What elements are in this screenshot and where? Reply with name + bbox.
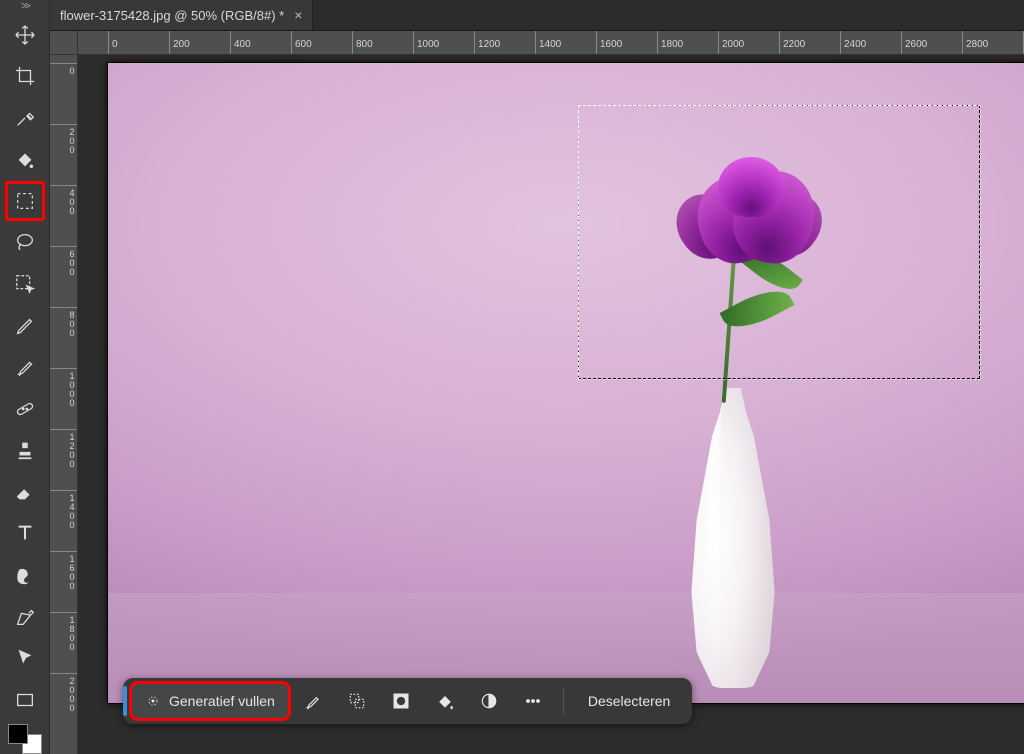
rectangle-shape-tool[interactable] — [6, 681, 44, 719]
eyedropper-tool[interactable] — [6, 99, 44, 137]
document-tab[interactable]: flower-3175428.jpg @ 50% (RGB/8#) * × — [50, 0, 313, 30]
eraser-icon — [14, 481, 36, 503]
close-icon[interactable]: × — [294, 7, 302, 23]
heal-tool[interactable] — [6, 390, 44, 428]
ruler-tick: 200 — [50, 124, 77, 154]
ruler-tick: 2400 — [840, 31, 866, 54]
ruler-tick: 1000 — [413, 31, 439, 54]
generative-fill-label: Generatief vullen — [169, 693, 275, 709]
mask-icon — [391, 691, 411, 711]
workspace: 0200400600800100012001400160018002000220… — [50, 31, 1024, 754]
ruler-tick: 200 — [169, 31, 190, 54]
ruler-tick: 800 — [50, 307, 77, 337]
mask-button[interactable] — [381, 683, 421, 719]
ruler-tick: 2800 — [962, 31, 988, 54]
canvas[interactable] — [108, 63, 1024, 703]
type-icon — [14, 522, 36, 544]
tools-panel: >> — [0, 0, 50, 754]
ruler-tick: 1400 — [535, 31, 561, 54]
selection-marquee[interactable] — [578, 105, 980, 379]
brush-small-tool[interactable] — [6, 307, 44, 345]
crop-tool[interactable] — [6, 57, 44, 95]
smudge-icon — [14, 564, 36, 586]
stamp-tool[interactable] — [6, 431, 44, 469]
taskbar-separator — [563, 688, 564, 714]
ruler-tick: 2600 — [901, 31, 927, 54]
adjust-icon — [479, 691, 499, 711]
ruler-tick: 400 — [50, 185, 77, 215]
color-swatches[interactable] — [8, 724, 42, 754]
object-select-icon — [14, 273, 36, 295]
horizontal-ruler: 0 200 400 600 800 1000 1200 1400 1600 1800 2000 220… — [78, 31, 1024, 55]
object-select-tool[interactable] — [6, 265, 44, 303]
crop-icon — [14, 65, 36, 87]
rectangle-icon — [14, 689, 36, 711]
more-button[interactable] — [513, 683, 553, 719]
brush-tool[interactable] — [6, 348, 44, 386]
ruler-tick: 1800 — [50, 612, 77, 651]
main-area: flower-3175428.jpg @ 50% (RGB/8#) * × 0 2… — [50, 0, 1024, 754]
eraser-tool[interactable] — [6, 473, 44, 511]
ruler-tick: 1600 — [50, 551, 77, 590]
move-tool[interactable] — [6, 16, 44, 54]
canvas-viewport[interactable]: Generatief vullen — [78, 55, 1024, 754]
paint-bucket-icon — [14, 148, 36, 170]
ruler-tick: 1400 — [50, 490, 77, 529]
adjust-button[interactable] — [469, 683, 509, 719]
ellipsis-icon — [523, 691, 543, 711]
stamp-icon — [14, 439, 36, 461]
fill-tool[interactable] — [6, 141, 44, 179]
brush-select-icon — [303, 691, 323, 711]
move-icon — [14, 24, 36, 46]
lasso-tool[interactable] — [6, 224, 44, 262]
document-tab-title: flower-3175428.jpg @ 50% (RGB/8#) * — [60, 8, 284, 23]
pencil-brush-icon — [14, 315, 36, 337]
ruler-tick: 2000 — [50, 673, 77, 712]
collapse-toolbar-icon[interactable]: >> — [0, 0, 50, 14]
bucket-icon — [435, 691, 455, 711]
marquee-icon — [14, 190, 36, 212]
vertical-ruler: 0 200 400 600 800 1000 1200 1400 1600 1800 2000 — [50, 55, 78, 754]
app-root: >> — [0, 0, 1024, 754]
type-tool[interactable] — [6, 515, 44, 553]
eyedropper-icon — [14, 107, 36, 129]
generative-fill-button[interactable]: Generatief vullen — [131, 683, 289, 719]
ruler-tick: 1600 — [596, 31, 622, 54]
ruler-tick: 1000 — [50, 368, 77, 407]
ruler-tick: 800 — [352, 31, 373, 54]
pen-tool[interactable] — [6, 598, 44, 636]
taskbar-accent — [123, 686, 127, 716]
sparkle-icon — [145, 693, 161, 709]
ruler-tick: 600 — [50, 246, 77, 276]
ruler-origin — [50, 31, 78, 55]
ruler-tick: 0 — [50, 63, 77, 75]
ruler-tick: 2200 — [779, 31, 805, 54]
modify-selection-button[interactable] — [337, 683, 377, 719]
marquee-select-tool[interactable] — [6, 182, 44, 220]
modify-icon — [347, 691, 367, 711]
document-tab-bar: flower-3175428.jpg @ 50% (RGB/8#) * × — [50, 0, 1024, 31]
ruler-tick: 600 — [291, 31, 312, 54]
direct-select-tool[interactable] — [6, 639, 44, 677]
ruler-tick: 0 — [108, 31, 118, 54]
fill-selection-button[interactable] — [425, 683, 465, 719]
brush-icon — [14, 356, 36, 378]
arrow-icon — [14, 647, 36, 669]
ruler-tick: 2000 — [718, 31, 744, 54]
bandage-icon — [14, 398, 36, 420]
lasso-icon — [14, 231, 36, 253]
ruler-tick: 400 — [230, 31, 251, 54]
ruler-tick: 1800 — [657, 31, 683, 54]
deselect-button[interactable]: Deselecteren — [574, 693, 685, 709]
select-subject-button[interactable] — [293, 683, 333, 719]
ruler-tick: 1200 — [474, 31, 500, 54]
ruler-tick: 1200 — [50, 429, 77, 468]
smudge-tool[interactable] — [6, 556, 44, 594]
foreground-color-swatch[interactable] — [8, 724, 28, 744]
pen-icon — [14, 606, 36, 628]
contextual-taskbar: Generatief vullen — [123, 678, 692, 724]
